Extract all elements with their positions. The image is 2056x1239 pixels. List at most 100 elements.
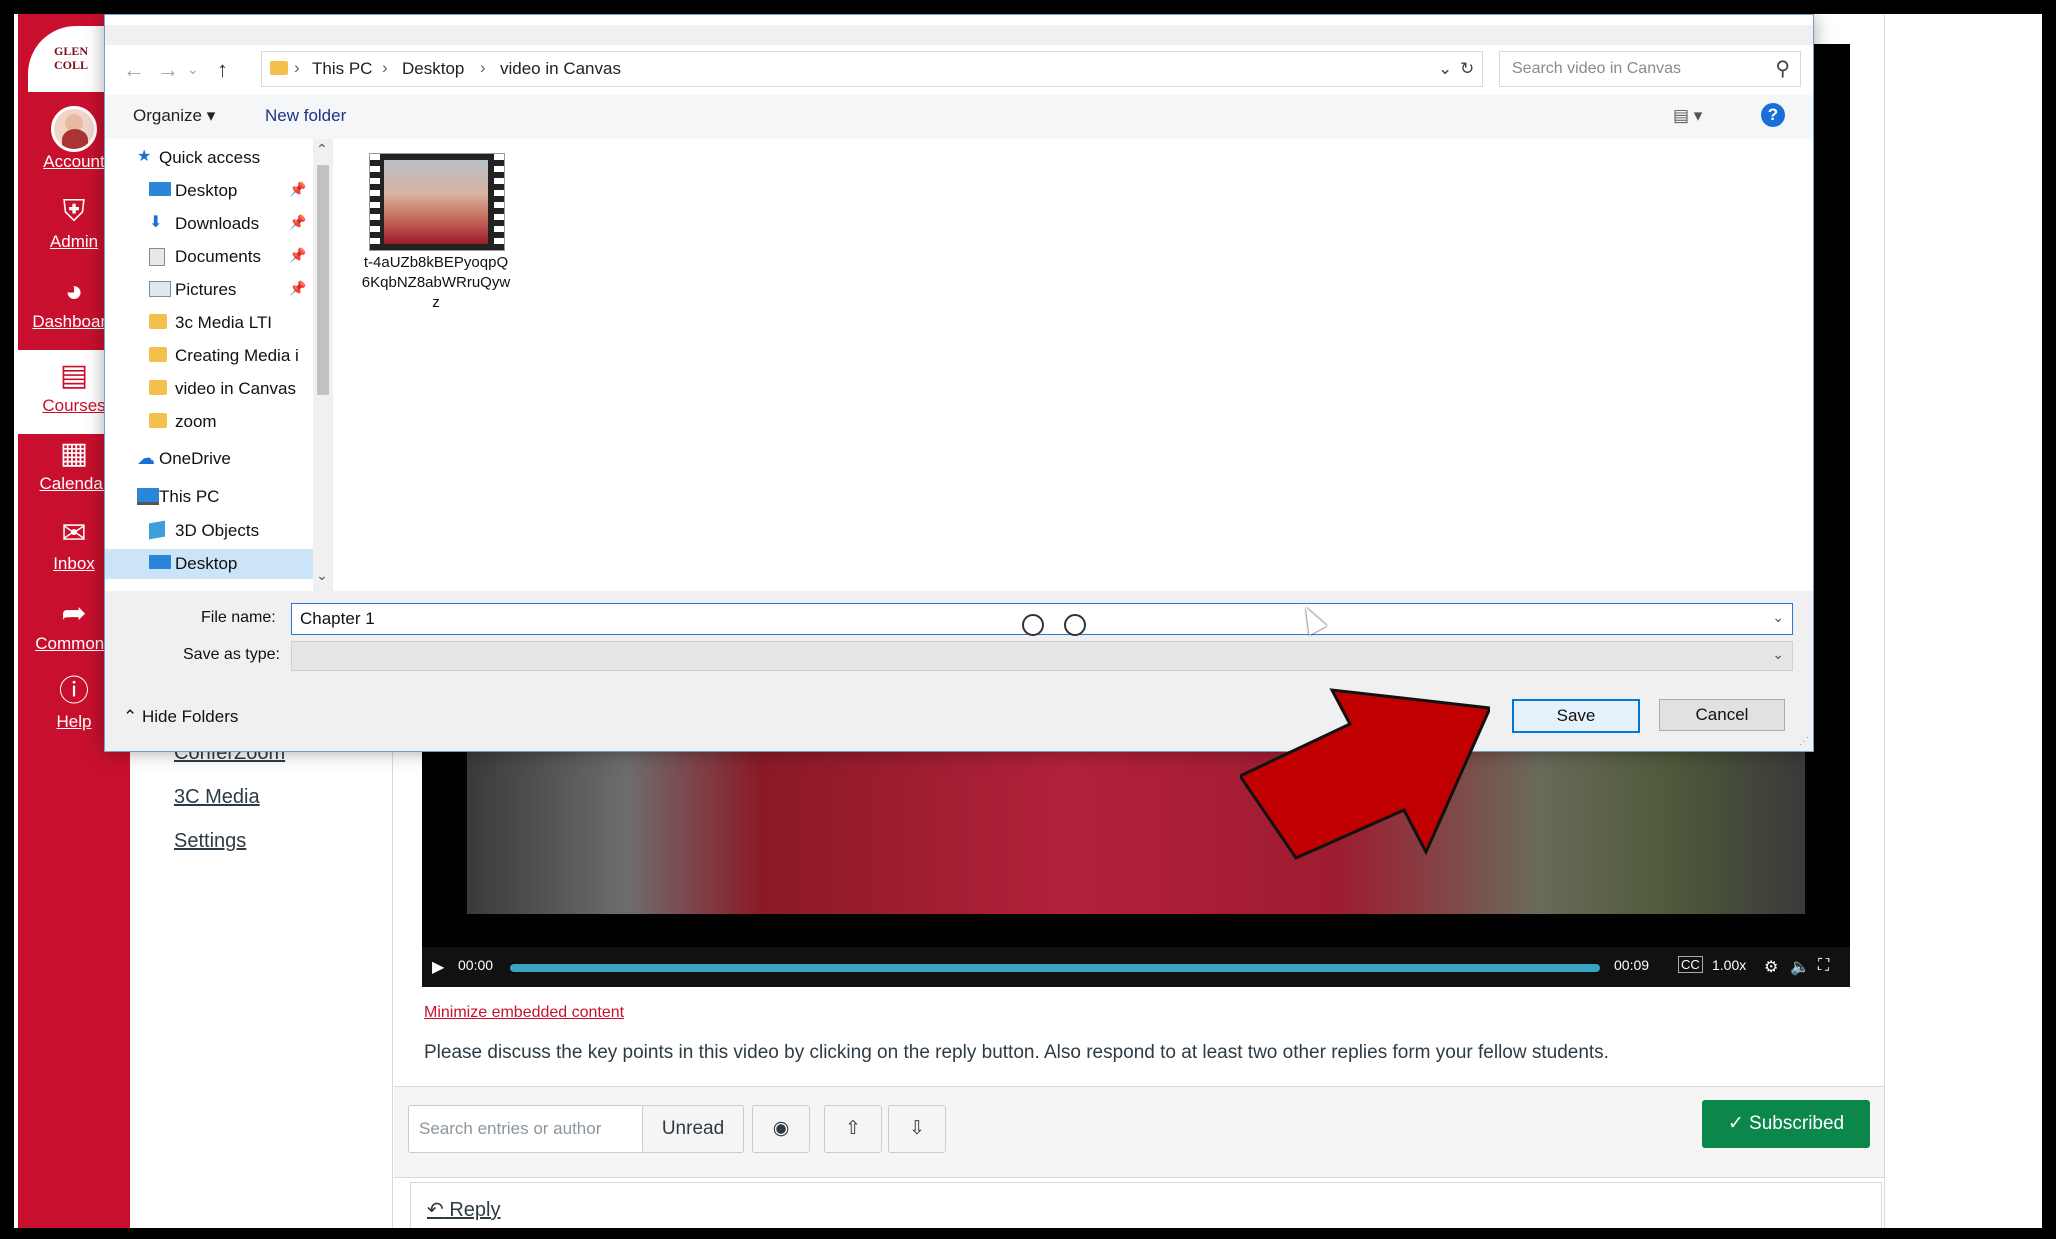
save-button[interactable]: Save xyxy=(1512,699,1640,733)
tree-item[interactable]: 3D Objects xyxy=(105,516,313,546)
scroll-up-icon[interactable]: ⌃ xyxy=(316,141,328,158)
up-arrow-icon[interactable]: ↑ xyxy=(217,57,228,83)
folder-icon xyxy=(149,314,167,329)
video-progress-bar[interactable] xyxy=(510,964,1600,972)
tree-item-label: zoom xyxy=(175,412,217,431)
breadcrumb[interactable]: › This PC › Desktop › video in Canvas ⌄ … xyxy=(261,51,1483,87)
play-icon[interactable]: ▶ xyxy=(432,957,444,977)
minimize-embedded-content-link[interactable]: Minimize embedded content xyxy=(424,1004,624,1022)
loading-ring-icon xyxy=(1022,614,1044,636)
recent-dropdown-icon[interactable]: ⌄ xyxy=(187,61,199,78)
navigation-pane-scrollbar[interactable]: ⌃ ⌄ xyxy=(313,139,333,591)
file-name-field[interactable] xyxy=(298,607,1742,631)
tree-item-label: Pictures xyxy=(175,280,237,299)
tree-item-label: Desktop xyxy=(175,181,238,200)
hide-folders-toggle[interactable]: ⌃ Hide Folders xyxy=(123,707,238,727)
subscribed-button[interactable]: ✓ Subscribed xyxy=(1702,1100,1870,1148)
settings-gear-icon[interactable]: ⚙ xyxy=(1764,957,1778,977)
new-folder-button[interactable]: New folder xyxy=(265,106,346,126)
search-entries-input[interactable]: Search entries or author xyxy=(408,1105,650,1153)
forward-arrow-icon[interactable]: → xyxy=(157,57,179,83)
scrollbar-thumb[interactable] xyxy=(317,165,329,395)
save-fields: File name: ⌄ Save as type: ⌄ ⌃ Hide Fold… xyxy=(105,593,1813,751)
tree-item[interactable]: Pictures 📌 xyxy=(105,275,313,305)
eye-icon[interactable]: ◉ xyxy=(752,1105,810,1153)
pin-icon: 📌 xyxy=(289,280,307,296)
tree-item-label: Quick access xyxy=(159,148,261,167)
scroll-down-icon[interactable]: ⌄ xyxy=(316,567,328,584)
expand-icon[interactable]: ⇩ xyxy=(888,1105,946,1153)
tree-item-label: Downloads xyxy=(175,214,260,233)
tree-item-label: Creating Media i xyxy=(175,346,299,365)
folder-icon xyxy=(270,61,288,75)
dialog-command-bar: Organize ▾ New folder ▤ ▾ ? xyxy=(105,95,1813,139)
help-icon: ⓘ xyxy=(59,675,89,708)
playback-speed[interactable]: 1.00x xyxy=(1712,957,1746,973)
reply-label: Reply xyxy=(449,1199,501,1221)
logo-text: GLEN COLL xyxy=(54,44,89,72)
volume-icon[interactable]: 🔈 xyxy=(1790,957,1810,977)
hide-folders-label: Hide Folders xyxy=(141,707,239,726)
pin-icon: 📌 xyxy=(289,181,307,197)
organize-menu[interactable]: Organize ▾ xyxy=(133,106,215,126)
pictures-icon xyxy=(149,281,171,297)
address-dropdown-icon[interactable]: ⌄ xyxy=(1438,59,1452,79)
tree-item[interactable]: This PC xyxy=(105,482,313,512)
annotation-arrow-icon xyxy=(1240,688,1490,860)
cube-icon xyxy=(149,520,165,540)
tree-item[interactable]: Documents 📌 xyxy=(105,242,313,272)
folder-icon xyxy=(149,380,167,395)
discussion-description: Please discuss the key points in this vi… xyxy=(424,1042,1609,1063)
pin-icon: 📌 xyxy=(289,247,307,263)
course-nav-settings[interactable]: Settings xyxy=(174,830,246,853)
dialog-search-input[interactable]: Search video in Canvas ⚲ xyxy=(1499,51,1801,87)
breadcrumb-desktop[interactable]: Desktop xyxy=(402,59,464,79)
resize-grip-icon[interactable]: ⋰ xyxy=(1799,736,1809,747)
tree-item[interactable]: Creating Media i xyxy=(105,341,313,371)
chevron-up-icon: ⌃ xyxy=(123,707,138,726)
save-as-type-dropdown-icon[interactable]: ⌄ xyxy=(1772,646,1784,663)
reply-link[interactable]: ↶ Reply xyxy=(427,1197,500,1222)
help-icon[interactable]: ? xyxy=(1761,103,1785,127)
tree-item[interactable]: ⬇ Downloads 📌 xyxy=(105,209,313,239)
download-icon: ⬇ xyxy=(149,214,163,231)
current-time: 00:00 xyxy=(458,957,494,973)
tree-item-label: video in Canvas xyxy=(175,379,296,398)
tree-item[interactable]: ☁ OneDrive xyxy=(105,444,313,474)
tree-item[interactable]: zoom xyxy=(105,407,313,437)
tree-item-label: This PC xyxy=(159,487,220,506)
tree-item[interactable]: Desktop xyxy=(105,549,313,579)
reply-arrow-icon: ↶ xyxy=(427,1199,444,1221)
breadcrumb-separator: › xyxy=(382,58,388,77)
course-nav-3c-media[interactable]: 3C Media xyxy=(174,786,260,809)
breadcrumb-video-in-canvas[interactable]: video in Canvas xyxy=(500,59,621,79)
navigation-pane: ★ Quick access Desktop 📌 ⬇ Downloads 📌 Document… xyxy=(105,139,333,591)
calendar-icon: ▦ xyxy=(59,437,89,470)
collapse-icon[interactable]: ⇧ xyxy=(824,1105,882,1153)
tree-item[interactable]: Desktop 📌 xyxy=(105,176,313,206)
document-icon xyxy=(149,248,165,266)
cloud-icon: ☁ xyxy=(137,448,155,468)
file-name-dropdown-icon[interactable]: ⌄ xyxy=(1772,609,1784,626)
captions-icon[interactable]: CC xyxy=(1678,956,1703,973)
view-options-icon[interactable]: ▤ ▾ xyxy=(1673,106,1702,126)
save-as-type-select[interactable]: ⌄ xyxy=(291,641,1793,671)
star-icon: ★ xyxy=(137,148,152,165)
college-logo[interactable]: GLEN COLL xyxy=(28,26,108,92)
dialog-titlebar xyxy=(105,15,1813,25)
tree-item-label: Desktop xyxy=(175,554,238,573)
cancel-button[interactable]: Cancel xyxy=(1659,699,1785,731)
refresh-icon[interactable]: ↻ xyxy=(1460,59,1474,79)
unread-button[interactable]: Unread xyxy=(642,1105,744,1153)
folder-icon xyxy=(149,347,167,362)
tree-item[interactable]: ★ Quick access xyxy=(105,143,313,173)
tree-item[interactable]: video in Canvas xyxy=(105,374,313,404)
breadcrumb-this-pc[interactable]: This PC xyxy=(312,59,372,79)
back-arrow-icon[interactable]: ← xyxy=(123,57,145,83)
avatar-icon xyxy=(51,106,97,152)
tree-item[interactable]: 3c Media LTI xyxy=(105,308,313,338)
tree-item-label: Documents xyxy=(175,247,261,266)
file-list: t-4aUZb8kBEPyoqpQ6KqbNZ8abWRruQywz xyxy=(333,139,1813,591)
fullscreen-icon[interactable]: ⛶ xyxy=(1818,957,1829,975)
inbox-icon: ✉ xyxy=(61,517,87,550)
